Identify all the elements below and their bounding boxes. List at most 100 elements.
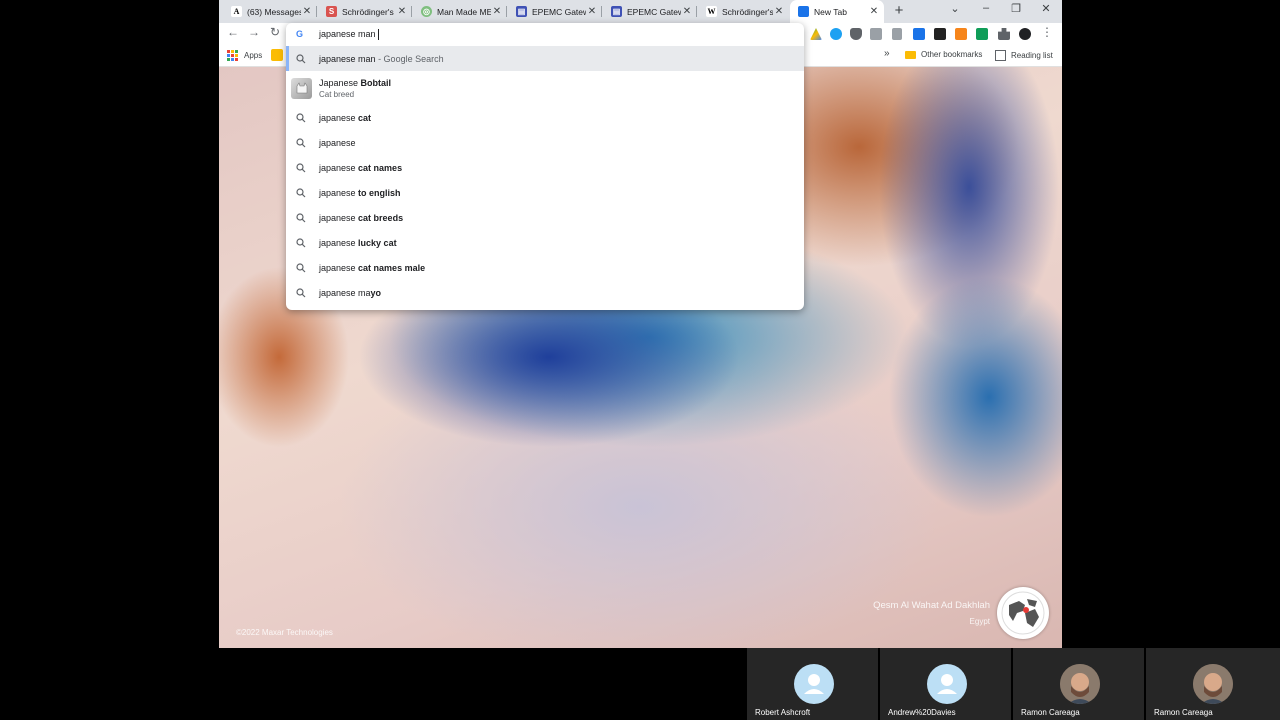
tab-new-tab[interactable]: New Tab ✕	[790, 0, 884, 23]
close-icon[interactable]: ✕	[396, 6, 408, 17]
search-icon	[296, 187, 308, 198]
tab-title: (63) Messages	[247, 6, 301, 17]
apps-grid-icon	[227, 50, 238, 61]
google-g-icon: G	[296, 29, 304, 39]
reading-list-icon	[995, 50, 1006, 61]
suggestion-item[interactable]: japanese	[286, 130, 804, 155]
suggestion-item[interactable]: japanese lucky cat	[286, 230, 804, 255]
reading-list[interactable]: Reading list	[995, 50, 1053, 61]
entity-subtitle: Cat breed	[319, 89, 355, 99]
search-icon	[296, 262, 308, 273]
participant-tile[interactable]: Ramon Careaga	[1013, 648, 1144, 720]
tab-schrodinger-wiki[interactable]: W Schrödinger's ✕	[698, 2, 789, 21]
folder-icon	[905, 50, 916, 59]
extension-dark-icon[interactable]	[934, 28, 946, 40]
wallpaper-credit: ©2022 Maxar Technologies	[236, 628, 333, 637]
metamask-icon[interactable]	[955, 28, 967, 40]
tab-title: Schrödinger's	[722, 6, 773, 17]
forward-icon[interactable]: →	[246, 25, 262, 39]
tree-icon[interactable]	[976, 28, 988, 40]
globe-icon[interactable]	[997, 587, 1049, 639]
suggestion-google-search[interactable]: japanese man - Google Search	[286, 46, 804, 71]
suggestion-bold: cat	[358, 112, 372, 123]
close-icon[interactable]: ✕	[868, 6, 880, 17]
profile-avatar[interactable]	[1019, 28, 1031, 40]
participant-tile[interactable]: Ramon Careaga	[1146, 648, 1280, 720]
back-icon[interactable]: ←	[225, 25, 241, 39]
omnibox-input[interactable]: G japanese man	[286, 23, 804, 45]
other-bookmarks-label: Other bookmarks	[921, 50, 983, 59]
puzzle-icon[interactable]	[998, 28, 1010, 40]
suggestion-bold: cat names	[358, 162, 403, 173]
search-icon	[296, 212, 308, 223]
suggestion-prefix: japanese	[319, 112, 359, 123]
other-bookmarks[interactable]: Other bookmarks	[905, 50, 982, 59]
suggestion-item[interactable]: japanese cat breeds	[286, 205, 804, 230]
text-caret	[377, 28, 379, 40]
tab-messages[interactable]: A (63) Messages ✕	[223, 2, 317, 21]
stackexchange-icon: S	[326, 6, 337, 17]
suggestion-item[interactable]: japanese to english	[286, 180, 804, 205]
close-icon[interactable]: ✕	[773, 6, 785, 17]
suggestion-item[interactable]: japanese ma yo	[286, 280, 804, 305]
participant-name: Andrew%20Davies	[888, 708, 956, 717]
apps-bookmark[interactable]: Apps	[227, 50, 262, 61]
entity-bold: Bobtail	[360, 77, 392, 88]
tab-epemc-1[interactable]: ▤ EPEMC Gatewa ✕	[508, 2, 602, 21]
newtab-icon	[798, 6, 809, 17]
suggestion-prefix: japanese	[319, 137, 356, 148]
close-icon[interactable]: ✕	[586, 6, 598, 17]
suggestion-bold: to english	[358, 187, 401, 198]
tab-man-made[interactable]: ◎ Man Made ME ✕	[413, 2, 507, 21]
close-icon[interactable]: ✕	[301, 6, 313, 17]
suggestion-prefix: japanese	[319, 237, 359, 248]
tab-search-icon[interactable]: ⌄	[945, 2, 965, 15]
tab-title: EPEMC Gatewa	[627, 6, 681, 17]
skype-icon[interactable]	[830, 28, 842, 40]
close-window-button[interactable]: ✕	[1036, 2, 1056, 15]
search-icon	[296, 53, 308, 64]
tab-title: EPEMC Gatewa	[532, 6, 586, 17]
spiral-icon: ◎	[421, 6, 432, 17]
tab-title: New Tab	[814, 6, 847, 17]
suggestion-prefix: japanese	[319, 162, 359, 173]
participant-name: Ramon Careaga	[1021, 708, 1080, 717]
bookmark-favicon[interactable]	[271, 49, 283, 61]
bitwarden-icon[interactable]	[913, 28, 925, 40]
tab-strip: A (63) Messages ✕ S Schrödinger's ✕ ◎ Ma…	[219, 0, 1062, 23]
tab-title: Man Made ME	[437, 6, 491, 17]
suggestion-item[interactable]: japanese cat	[286, 105, 804, 130]
suggestion-item[interactable]: japanese cat names	[286, 155, 804, 180]
close-icon[interactable]: ✕	[491, 6, 503, 17]
cast-icon[interactable]	[870, 28, 882, 40]
suggestion-entity[interactable]: Japanese Bobtail Cat breed	[286, 71, 804, 105]
suggestion-prefix: japanese	[319, 262, 359, 273]
minimize-button[interactable]: –	[976, 2, 996, 14]
shield-icon[interactable]	[850, 28, 862, 40]
participant-tile[interactable]: Robert Ashcroft	[747, 648, 878, 720]
omnibox-query: japanese man	[319, 29, 376, 39]
search-icon	[296, 162, 308, 173]
suggestion-item[interactable]: japanese cat names male	[286, 255, 804, 280]
participant-name: Ramon Careaga	[1154, 708, 1213, 717]
cat-thumbnail	[291, 77, 312, 99]
tab-epemc-2[interactable]: ▤ EPEMC Gatewa ✕	[603, 2, 697, 21]
tab-schrodinger-se[interactable]: S Schrödinger's ✕	[318, 2, 412, 21]
new-tab-button[interactable]: +	[891, 3, 907, 19]
wallpaper-location[interactable]: Qesm Al Wahat Ad Dakhlah	[873, 600, 990, 611]
close-icon[interactable]: ✕	[681, 6, 693, 17]
suggestion-bold: cat names male	[358, 262, 426, 273]
avatar	[1193, 664, 1233, 704]
menu-icon[interactable]: ⋮	[1039, 25, 1055, 39]
avatar	[927, 664, 967, 704]
tab-title: Schrödinger's	[342, 6, 394, 17]
bookmarks-overflow[interactable]: »	[884, 48, 890, 59]
omnibox-dropdown: G japanese man japanese man - Google Sea…	[286, 23, 804, 310]
document-icon[interactable]	[892, 28, 902, 40]
participant-name: Robert Ashcroft	[755, 708, 811, 717]
participant-tile[interactable]: Andrew%20Davies	[880, 648, 1011, 720]
restore-button[interactable]: ❐	[1006, 2, 1026, 15]
suggestion-note: - Google Search	[378, 53, 444, 64]
drive-icon[interactable]	[810, 28, 822, 40]
reload-icon[interactable]: ↻	[267, 25, 283, 39]
